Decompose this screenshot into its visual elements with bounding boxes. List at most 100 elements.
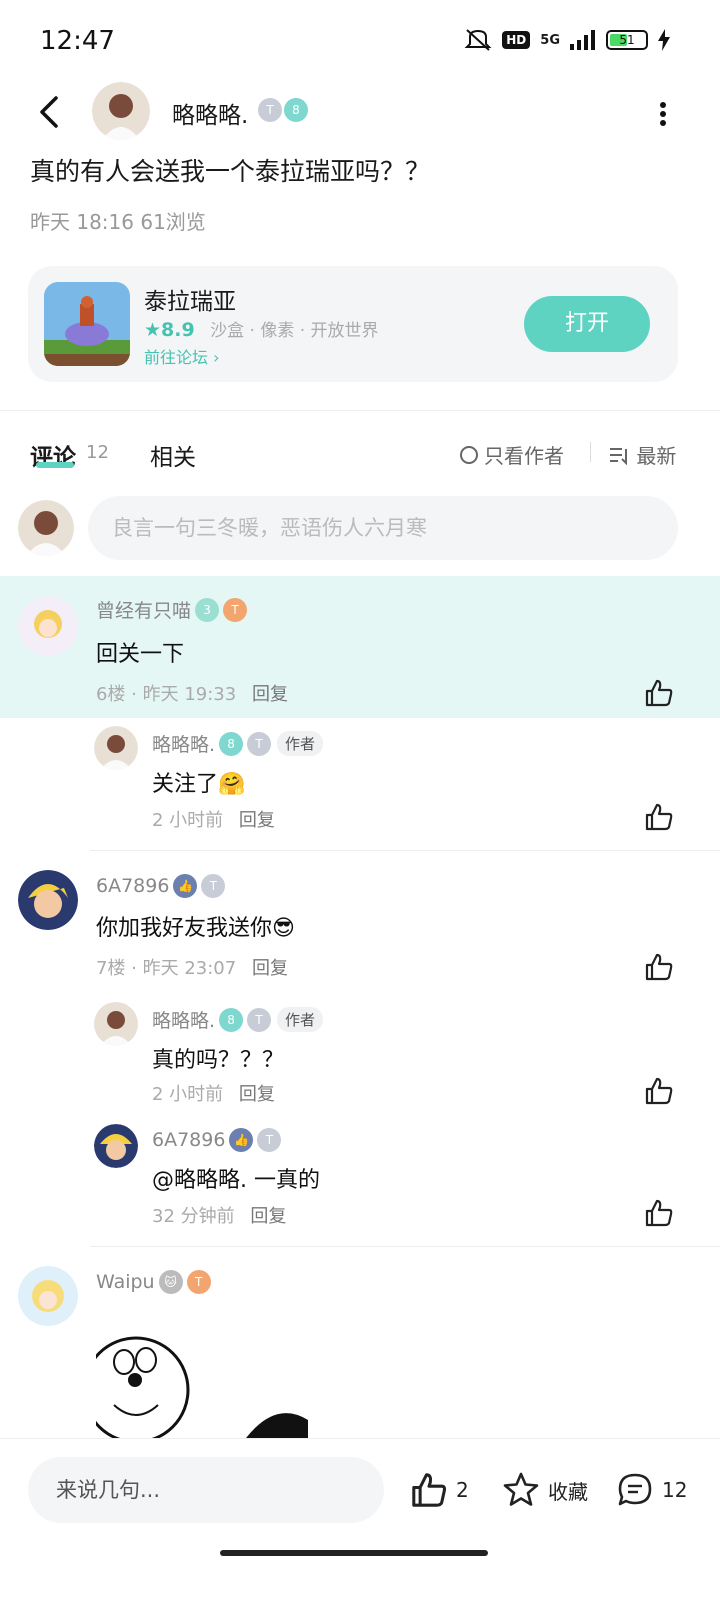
author-avatar[interactable] [92, 82, 150, 140]
game-score: ★8.9 [144, 319, 195, 341]
replier-name-text: 略略略. [152, 1010, 216, 1032]
thumb-badge-icon: 👍 [229, 1128, 254, 1152]
reply-time: 2 小时前 [152, 810, 224, 831]
active-tab-indicator [36, 462, 74, 468]
reply-text: 关注了🤗 [152, 772, 246, 797]
comment-image[interactable] [96, 1300, 308, 1438]
thumb-badge-icon: 👍 [173, 874, 198, 898]
reply-button[interactable]: 回复 [239, 810, 275, 831]
level-badge-icon: 3 [195, 597, 220, 622]
comment-count: 12 [662, 1478, 688, 1502]
bottom-comment-input[interactable]: 来说几句... [28, 1457, 384, 1523]
commenter-avatar[interactable] [18, 870, 78, 930]
like-post-button[interactable]: 2 [410, 1471, 469, 1509]
author-badges: T 8 [258, 98, 308, 122]
reply-button[interactable]: 回复 [250, 1206, 286, 1227]
comment-divider [90, 1246, 720, 1247]
reply-text: @略略略. 一真的 [152, 1168, 320, 1193]
tab-related[interactable]: 相关 [150, 438, 196, 472]
reply-meta: 32 分钟前 回复 [152, 1202, 286, 1228]
game-icon [44, 282, 130, 366]
comment-text: 你加我好友我送你😎 [96, 916, 295, 941]
author-tag: 作者 [277, 1007, 324, 1032]
replier-name[interactable]: 6A7896 👍 T [152, 1128, 282, 1152]
t-badge-icon: T [186, 1270, 211, 1294]
reply-time: 2 小时前 [152, 1084, 224, 1105]
mute-icon [464, 29, 492, 51]
commenter-avatar[interactable] [18, 1266, 78, 1326]
sort-icon [610, 448, 627, 466]
back-icon[interactable] [30, 92, 70, 132]
reply-button[interactable]: 回复 [252, 684, 288, 705]
forum-link[interactable]: 前往论坛 › [144, 344, 220, 368]
comments-button[interactable]: 12 [616, 1471, 687, 1509]
game-tags: 沙盒 · 像素 · 开放世界 [210, 321, 379, 341]
network-label: 5G [540, 32, 560, 48]
replier-name-text: 略略略. [152, 734, 216, 756]
game-card[interactable]: 泰拉瑞亚 ★8.9 沙盒 · 像素 · 开放世界 前往论坛 › 打开 [28, 266, 678, 382]
my-avatar [18, 500, 74, 556]
home-indicator[interactable] [220, 1550, 488, 1556]
commenter-name-text: Waipu [96, 1271, 155, 1293]
status-bar: 12:47 HD 5G 51 [0, 0, 720, 86]
comment-time: 6楼 · 昨天 19:33 [96, 684, 237, 705]
sort-latest-button[interactable]: 最新 [610, 440, 676, 469]
commenter-name[interactable]: 6A7896 👍 T [96, 874, 226, 898]
reply-item: 略略略. 8 T 作者 关注了🤗 2 小时前 回复 [0, 722, 720, 848]
comment-input[interactable]: 良言一句三冬暖，恶语伤人六月寒 [88, 496, 678, 560]
commenter-avatar[interactable] [18, 596, 78, 656]
comment-divider [90, 850, 720, 851]
comment-item: 曾经有只喵 3 T 回关一下 6楼 · 昨天 19:33 回复 [0, 576, 720, 718]
radio-icon [460, 445, 478, 464]
comment-input-row: 良言一句三冬暖，恶语伤人六月寒 [0, 496, 720, 562]
t-badge-icon: T [258, 98, 282, 122]
reply-item: 略略略. 8 T 作者 真的吗？？？ 2 小时前 回复 [0, 998, 720, 1118]
author-tag: 作者 [277, 731, 324, 756]
thumbs-up-icon [412, 1473, 447, 1507]
reply-item: 6A7896 👍 T @略略略. 一真的 32 分钟前 回复 [0, 1120, 720, 1244]
replier-avatar[interactable] [94, 1124, 138, 1168]
reply-meta: 2 小时前 回复 [152, 806, 275, 832]
charging-icon [658, 29, 670, 51]
like-icon[interactable] [644, 802, 674, 832]
replier-name-text: 6A7896 [152, 1129, 226, 1151]
only-author-toggle[interactable]: 只看作者 [460, 440, 564, 469]
bottom-action-bar: 来说几句... 2 收藏 12 [0, 1438, 720, 1602]
favorite-button[interactable]: 收藏 [502, 1471, 588, 1509]
level-badge-icon: 8 [284, 98, 308, 122]
replier-name[interactable]: 略略略. 8 T 作者 [152, 730, 324, 757]
replier-avatar[interactable] [94, 1002, 138, 1046]
comment-meta: 6楼 · 昨天 19:33 回复 [96, 680, 288, 706]
replier-avatar[interactable] [94, 726, 138, 770]
t-badge-icon: T [247, 1007, 272, 1032]
commenter-name-text: 曾经有只喵 [96, 600, 192, 622]
status-time: 12:47 [40, 26, 115, 56]
favorite-label: 收藏 [548, 1479, 588, 1504]
t-badge-icon: T [223, 597, 248, 622]
section-divider [0, 410, 720, 411]
t-badge-icon: T [201, 874, 226, 898]
sort-latest-label: 最新 [636, 444, 677, 468]
more-icon[interactable] [658, 100, 668, 128]
level-badge-icon: 8 [219, 731, 244, 756]
like-icon[interactable] [644, 1198, 674, 1228]
commenter-name[interactable]: 曾经有只喵 3 T [96, 596, 248, 623]
star-icon [503, 1472, 539, 1506]
cat-badge-icon: 🐱 [158, 1270, 183, 1294]
reply-button[interactable]: 回复 [239, 1084, 275, 1105]
replier-name[interactable]: 略略略. 8 T 作者 [152, 1006, 324, 1033]
like-icon[interactable] [644, 952, 674, 982]
post-meta: 昨天 18:16 61浏览 [30, 210, 206, 234]
filter-divider [590, 442, 591, 462]
commenter-name[interactable]: Waipu 🐱 T [96, 1270, 211, 1294]
like-icon[interactable] [644, 1076, 674, 1106]
reply-button[interactable]: 回复 [252, 958, 288, 979]
like-icon[interactable] [644, 678, 674, 708]
open-game-button[interactable]: 打开 [524, 296, 650, 352]
author-name[interactable]: 略略略. [172, 96, 248, 130]
hd-icon: HD [502, 31, 531, 49]
like-count: 2 [456, 1478, 469, 1502]
only-author-label: 只看作者 [484, 444, 564, 468]
comment-time: 7楼 · 昨天 23:07 [96, 958, 237, 979]
post-title: 真的有人会送我一个泰拉瑞亚吗？？ [30, 157, 431, 186]
